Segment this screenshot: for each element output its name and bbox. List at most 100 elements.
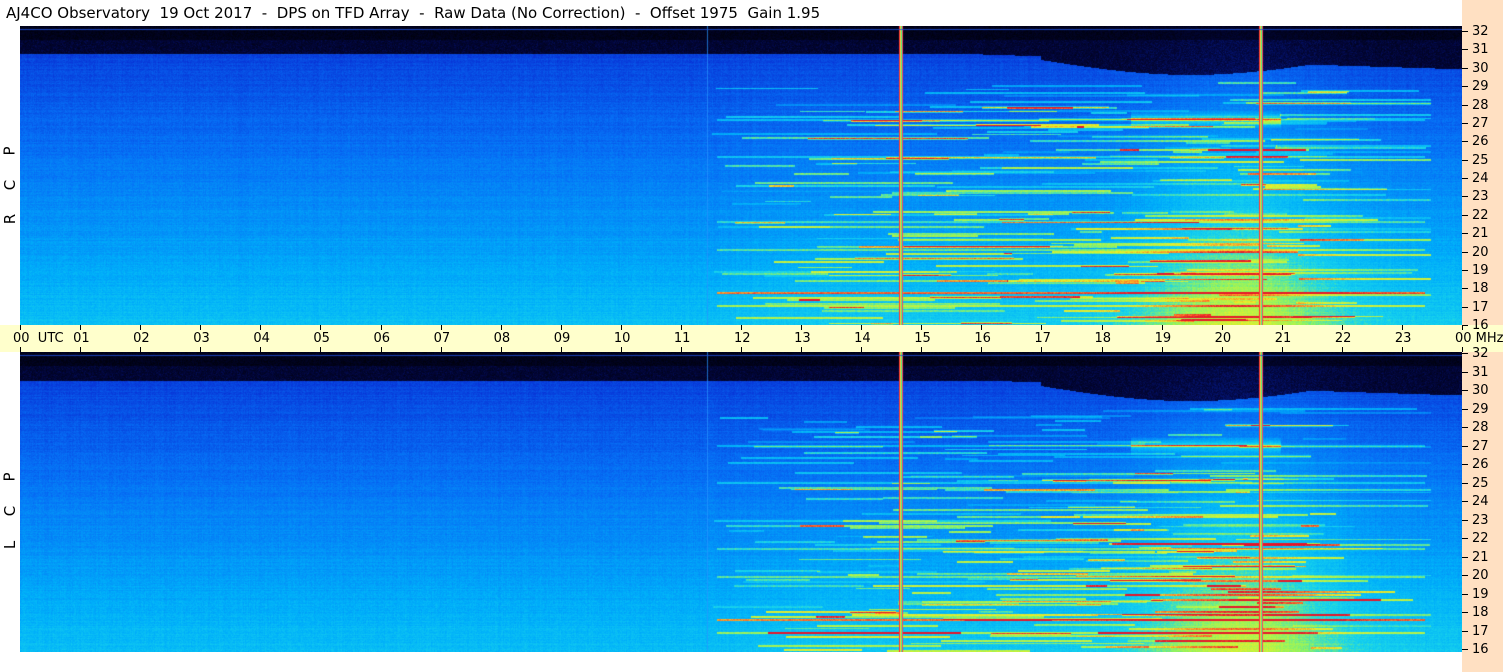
- freq-tick-label: 20: [1472, 244, 1489, 260]
- time-tick-mark: [921, 325, 923, 330]
- freq-tick-mark: [1462, 49, 1468, 51]
- freq-tick-label: 23: [1472, 189, 1489, 205]
- freq-tick-label: 26: [1472, 134, 1489, 150]
- freq-tick-label: 25: [1472, 475, 1489, 491]
- time-tick-label: 02: [133, 331, 150, 346]
- time-tick-mark: [1041, 325, 1043, 330]
- spectrogram-rcp: [20, 26, 1462, 325]
- freq-tick-mark: [1462, 86, 1468, 88]
- freq-tick-mark: [1462, 519, 1468, 521]
- freq-tick-label: 32: [1472, 24, 1489, 39]
- time-tick-label: 16: [974, 331, 991, 346]
- freq-tick-mark: [1462, 630, 1468, 632]
- freq-tick-label: 19: [1472, 586, 1489, 602]
- time-tick-label: 00 UTC: [13, 331, 64, 346]
- time-tick-mark: [680, 325, 682, 330]
- freq-tick-mark: [1462, 464, 1468, 465]
- freq-tick-mark: [1462, 612, 1468, 613]
- pol-letter: P: [0, 146, 19, 156]
- time-tick-label: 07: [433, 331, 451, 346]
- freq-tick-label: 32: [1472, 346, 1489, 361]
- time-tick-label: 13: [794, 331, 811, 346]
- freq-tick-mark: [1462, 306, 1468, 308]
- time-tick-label: 05: [313, 331, 330, 346]
- time-tick-label: 23: [1394, 331, 1412, 346]
- freq-tick-mark: [1462, 501, 1468, 502]
- time-tick-label: 20: [1214, 331, 1232, 346]
- freq-tick-label: 28: [1472, 420, 1489, 435]
- freq-tick-label: 20: [1472, 568, 1489, 583]
- freq-tick-mark: [1462, 390, 1468, 391]
- freq-tick-label: 17: [1472, 623, 1489, 639]
- freq-tick-label: 24: [1472, 171, 1489, 186]
- time-tick-label: 10: [613, 331, 631, 346]
- freq-tick-mark: [1462, 371, 1468, 373]
- freq-tick-label: 16: [1472, 642, 1489, 657]
- freq-tick-mark: [1462, 538, 1468, 539]
- freq-tick-mark: [1462, 159, 1468, 161]
- time-tick-label: 19: [1154, 331, 1172, 346]
- time-tick-label: 06: [373, 331, 391, 346]
- time-tick-mark: [440, 325, 442, 330]
- freq-tick-mark: [1462, 649, 1468, 650]
- freq-tick-mark: [1462, 408, 1468, 410]
- freq-tick-label: 29: [1472, 79, 1489, 95]
- time-tick-mark: [861, 325, 863, 330]
- spectrogram-rcp-canvas: [20, 26, 1462, 325]
- freq-tick-mark: [1462, 233, 1468, 235]
- polarization-label-bottom: P C L: [0, 460, 20, 562]
- time-tick-mark: [1401, 325, 1403, 330]
- time-tick-mark: [500, 325, 502, 330]
- freq-tick-label: 22: [1472, 531, 1489, 546]
- freq-tick-mark: [1462, 196, 1468, 198]
- freq-tick-label: 27: [1472, 438, 1489, 454]
- freq-tick-mark: [1462, 214, 1468, 216]
- time-tick-mark: [260, 325, 262, 330]
- freq-tick-label: 17: [1472, 299, 1489, 315]
- freq-tick-mark: [1462, 575, 1468, 576]
- time-tick-mark: [741, 325, 742, 330]
- freq-tick-label: 27: [1472, 115, 1489, 131]
- freq-tick-label: 21: [1472, 226, 1489, 242]
- freq-tick-mark: [1462, 269, 1468, 271]
- time-tick-label: 09: [553, 331, 571, 346]
- pol-letter: C: [0, 505, 19, 517]
- time-tick-label: 22: [1334, 331, 1352, 346]
- freq-tick-label: 23: [1472, 512, 1489, 528]
- freq-tick-label: 24: [1472, 494, 1489, 509]
- freq-tick-mark: [1462, 427, 1468, 428]
- frequency-axis-top: 32 31 30 29 28 27 26 25 24 23 22 21 20 19 18 17 16: [1462, 0, 1503, 332]
- freq-tick-label: 30: [1472, 383, 1489, 398]
- time-tick-label: 04: [253, 331, 270, 346]
- freq-tick-mark: [1462, 325, 1468, 326]
- freq-tick-mark: [1462, 178, 1468, 179]
- freq-tick-mark: [1462, 67, 1468, 69]
- time-tick-label: 15: [914, 331, 931, 346]
- pol-letter: C: [0, 179, 19, 191]
- time-tick-label: 18: [1094, 331, 1112, 346]
- time-tick-mark: [1341, 325, 1343, 330]
- time-tick-label: 00 MHz: [1455, 331, 1503, 346]
- freq-tick-mark: [1462, 122, 1468, 124]
- time-tick-mark: [200, 325, 202, 330]
- pol-letter: L: [0, 540, 19, 550]
- freq-tick-label: 22: [1472, 207, 1489, 223]
- time-tick-mark: [140, 325, 142, 330]
- freq-tick-label: 19: [1472, 262, 1489, 278]
- time-tick-mark: [560, 325, 562, 330]
- freq-tick-label: 31: [1472, 42, 1489, 58]
- freq-tick-label: 31: [1472, 364, 1489, 380]
- bottom-margin: [0, 652, 1462, 672]
- freq-tick-mark: [1462, 353, 1468, 354]
- pol-letter: P: [0, 472, 19, 482]
- freq-tick-mark: [1462, 482, 1468, 484]
- time-tick-label: 01: [73, 331, 90, 346]
- time-tick-mark: [1221, 325, 1223, 330]
- freq-tick-label: 28: [1472, 97, 1489, 113]
- freq-tick-mark: [1462, 445, 1468, 447]
- freq-tick-mark: [1462, 31, 1468, 32]
- polarization-label-top: P C R: [0, 134, 20, 236]
- time-tick-mark: [981, 325, 983, 330]
- freq-tick-label: 25: [1472, 152, 1489, 168]
- freq-tick-label: 26: [1472, 457, 1489, 472]
